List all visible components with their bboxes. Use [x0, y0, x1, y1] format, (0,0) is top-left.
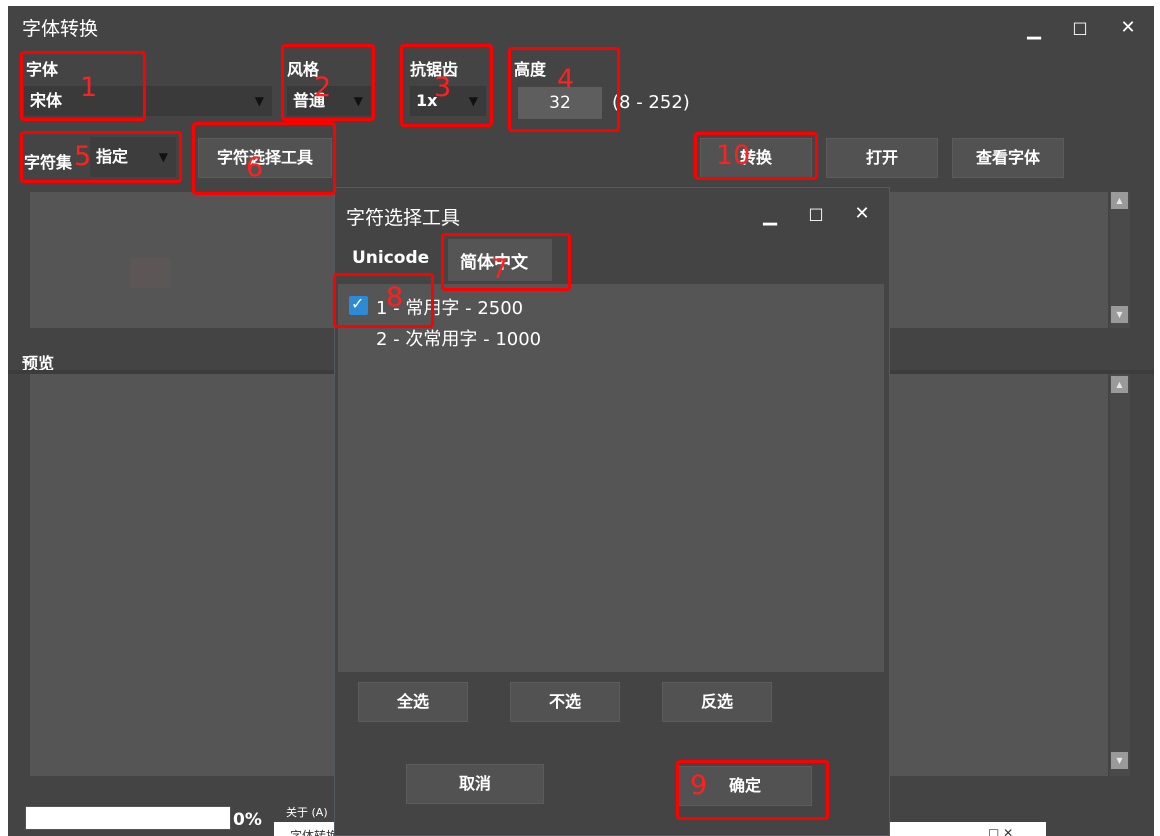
- style-select[interactable]: 普通 ▼: [287, 86, 371, 116]
- dropdown-arrow-icon: ▼: [254, 94, 264, 108]
- scroll-up-icon[interactable]: ▲: [1111, 376, 1128, 393]
- scroll-down-icon[interactable]: ▼: [1111, 752, 1128, 769]
- maximize-icon[interactable]: □: [802, 200, 830, 228]
- antialias-label: 抗锯齿: [410, 60, 459, 79]
- dropdown-arrow-icon: ▼: [468, 94, 478, 108]
- height-range: (8 - 252): [612, 92, 690, 113]
- window-title: 字体转换: [22, 18, 99, 40]
- antialias-select[interactable]: 1x ▼: [410, 86, 486, 116]
- dropdown-arrow-icon: ▼: [158, 150, 168, 164]
- dropdown-arrow-icon: ▼: [353, 94, 363, 108]
- checkbox-checked[interactable]: ✓: [349, 294, 368, 315]
- antialias-select-value: 1x: [416, 91, 438, 110]
- style-label: 风格: [287, 60, 320, 79]
- progress-bar: [25, 806, 231, 830]
- glyph-preview-thumbnail: [130, 258, 170, 288]
- char-select-tool-button[interactable]: 字符选择工具: [198, 138, 332, 178]
- style-select-value: 普通: [293, 91, 326, 110]
- font-select-value: 宋体: [30, 91, 63, 110]
- open-button[interactable]: 打开: [826, 138, 938, 178]
- taskbar-peek-title: 字体转换: [290, 829, 339, 836]
- charset-select[interactable]: 指定 ▼: [90, 137, 176, 177]
- charset-label: 字符集: [24, 153, 73, 172]
- font-label: 字体: [26, 60, 59, 79]
- scroll-up-icon[interactable]: ▲: [1111, 192, 1128, 209]
- taskbar-peek-controls: □ ✕: [988, 826, 1014, 836]
- checkmark-icon: ✓: [351, 294, 365, 313]
- dialog-title: 字符选择工具: [346, 207, 461, 229]
- view-font-button[interactable]: 查看字体: [952, 138, 1064, 178]
- tab-unicode[interactable]: Unicode: [352, 248, 429, 268]
- minimize-icon[interactable]: ▁: [756, 202, 784, 230]
- maximize-icon[interactable]: □: [1066, 14, 1094, 42]
- close-icon[interactable]: ✕: [1114, 14, 1142, 42]
- charset-select-value: 指定: [96, 147, 129, 166]
- list-item[interactable]: 2 - 次常用字 - 1000: [376, 325, 541, 351]
- minimize-icon[interactable]: ▁: [1020, 16, 1048, 44]
- preview-scrollbar[interactable]: [1110, 374, 1130, 776]
- select-all-button[interactable]: 全选: [358, 682, 468, 722]
- font-select[interactable]: 宋体 ▼: [24, 86, 272, 116]
- about-menu[interactable]: 关于 (A): [286, 804, 328, 820]
- ok-button[interactable]: 确定: [678, 766, 812, 806]
- select-none-button[interactable]: 不选: [510, 682, 620, 722]
- scroll-down-icon[interactable]: ▼: [1111, 306, 1128, 323]
- cancel-button[interactable]: 取消: [406, 764, 544, 804]
- height-input[interactable]: 32: [518, 87, 602, 119]
- tab-simplified-chinese[interactable]: 简体中文: [448, 239, 552, 281]
- invert-selection-button[interactable]: 反选: [662, 682, 772, 722]
- height-label: 高度: [514, 60, 547, 79]
- progress-text: 0%: [233, 810, 262, 830]
- close-icon[interactable]: ✕: [848, 200, 876, 228]
- list-item[interactable]: 1 - 常用字 - 2500: [376, 294, 523, 320]
- tab-label: 简体中文: [460, 253, 528, 273]
- convert-button[interactable]: 转换: [700, 138, 812, 178]
